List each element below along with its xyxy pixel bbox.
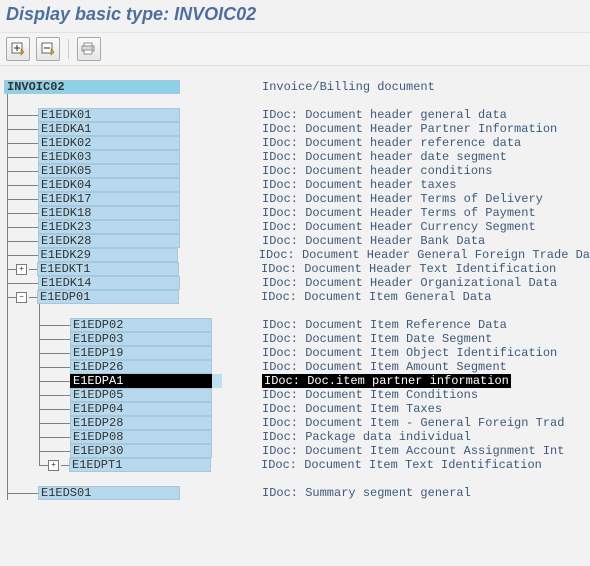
tree-row[interactable]: E1EDP08 IDoc: Package data individual: [0, 430, 590, 444]
tree-row[interactable]: E1EDK18 IDoc: Document Header Terms of Pa…: [0, 206, 590, 220]
toolbar-separator: [68, 39, 69, 59]
tree-row[interactable]: E1EDK03 IDoc: Document header date segmen…: [0, 150, 590, 164]
tree-row[interactable]: E1EDP05 IDoc: Document Item Conditions: [0, 388, 590, 402]
tree-row[interactable]: E1EDP19 IDoc: Document Item Object Identi…: [0, 346, 590, 360]
segment-desc: IDoc: Document Item General Data: [261, 290, 491, 304]
segment-label: E1EDP30: [70, 444, 212, 458]
segment-label: E1EDKA1: [38, 122, 180, 136]
tree-row[interactable]: E1EDP28 IDoc: Document Item - General For…: [0, 416, 590, 430]
segment-desc: IDoc: Document header date segment: [262, 150, 507, 164]
segment-desc: IDoc: Document header general data: [262, 108, 507, 122]
tree-row[interactable]: E1EDP03 IDoc: Document Item Date Segment: [0, 332, 590, 346]
segment-label: E1EDP02: [70, 318, 212, 332]
tree-row[interactable]: E1EDK28 IDoc: Document Header Bank Data: [0, 234, 590, 248]
collapse-icon: [41, 42, 55, 56]
segment-desc: IDoc: Document Item Object Identificatio…: [262, 346, 557, 360]
segment-desc: IDoc: Document Item Date Segment: [262, 332, 492, 346]
segment-desc: IDoc: Document Item Conditions: [262, 388, 478, 402]
segment-label: E1EDS01: [38, 486, 180, 500]
segment-label: E1EDP03: [70, 332, 212, 346]
tree-row[interactable]: E1EDK14 IDoc: Document Header Organizatio…: [0, 276, 590, 290]
tree-row[interactable]: E1EDS01 IDoc: Summary segment general: [0, 486, 590, 500]
tree-line: [0, 304, 590, 318]
segment-label: E1EDP19: [70, 346, 212, 360]
expand-icon[interactable]: +: [16, 264, 27, 275]
segment-label: E1EDPA1: [70, 374, 212, 388]
segment-desc: IDoc: Document header reference data: [262, 136, 521, 150]
tree-line: [0, 472, 590, 486]
page-title: Display basic type: INVOIC02: [0, 0, 590, 32]
segment-label: E1EDK02: [38, 136, 180, 150]
tree-row[interactable]: E1EDK05 IDoc: Document header conditions: [0, 164, 590, 178]
tree-row[interactable]: E1EDP02 IDoc: Document Item Reference Dat…: [0, 318, 590, 332]
expand-icon: [11, 42, 25, 56]
tree-row[interactable]: −E1EDP01 IDoc: Document Item General Data: [0, 290, 590, 304]
toolbar: [0, 32, 590, 66]
tree-row[interactable]: E1EDPA1 IDoc: Doc.item partner informatio…: [0, 374, 590, 388]
segment-label: E1EDP26: [70, 360, 212, 374]
tree-root-row[interactable]: INVOIC02 Invoice/Billing document: [0, 80, 590, 94]
tree-row[interactable]: E1EDP30 IDoc: Document Item Account Assig…: [0, 444, 590, 458]
tree-line: [0, 94, 590, 108]
segment-label: E1EDK18: [38, 206, 180, 220]
segment-label: E1EDKT1: [37, 262, 179, 276]
segment-label: E1EDPT1: [69, 458, 211, 472]
tree-row[interactable]: E1EDK02 IDoc: Document header reference d…: [0, 136, 590, 150]
segment-label: E1EDK17: [38, 192, 180, 206]
segment-label: E1EDP01: [37, 290, 179, 304]
segment-desc: IDoc: Document header taxes: [262, 178, 456, 192]
tree-row[interactable]: + E1EDPT1 IDoc: Document Item Text Identif…: [0, 458, 590, 472]
segment-desc: IDoc: Document Item Account Assignment I…: [262, 444, 564, 458]
tree-row[interactable]: E1EDK29 IDoc: Document Header General For…: [0, 248, 590, 262]
segment-desc: IDoc: Document Header General Foreign Tr…: [259, 248, 590, 262]
collapse-icon[interactable]: −: [16, 292, 27, 303]
segment-desc: IDoc: Document Header Text Identificatio…: [261, 262, 556, 276]
segment-label: E1EDK05: [38, 164, 180, 178]
segment-label: E1EDK03: [38, 150, 180, 164]
segment-desc: Invoice/Billing document: [262, 80, 435, 94]
tree-area: INVOIC02 Invoice/Billing document E1EDK0…: [0, 66, 590, 500]
segment-label: E1EDK14: [38, 276, 180, 290]
tree-row[interactable]: E1EDK01 IDoc: Document header general dat…: [0, 108, 590, 122]
tree-row[interactable]: E1EDK23 IDoc: Document Header Currency Se…: [0, 220, 590, 234]
tree-row[interactable]: + E1EDKT1 IDoc: Document Header Text Ident…: [0, 262, 590, 276]
tree-row[interactable]: E1EDK04 IDoc: Document header taxes: [0, 178, 590, 192]
segment-label: E1EDP28: [70, 416, 212, 430]
segment-label: E1EDP04: [70, 402, 212, 416]
print-button[interactable]: [77, 37, 101, 61]
segment-label: E1EDK01: [38, 108, 180, 122]
segment-desc: IDoc: Document Header Partner Informatio…: [262, 122, 557, 136]
segment-label: E1EDP08: [70, 430, 212, 444]
segment-label: INVOIC02: [4, 80, 180, 94]
segment-desc: IDoc: Document Item Taxes: [262, 402, 442, 416]
segment-desc: IDoc: Document Item - General Foreign Tr…: [262, 416, 564, 430]
tree-row[interactable]: E1EDKA1 IDoc: Document Header Partner Inf…: [0, 122, 590, 136]
tree-row[interactable]: E1EDP04 IDoc: Document Item Taxes: [0, 402, 590, 416]
segment-desc: IDoc: Document Header Terms of Payment: [262, 206, 536, 220]
segment-label: E1EDK23: [38, 220, 180, 234]
tree-row[interactable]: E1EDP26 IDoc: Document Item Amount Segmen…: [0, 360, 590, 374]
segment-desc: IDoc: Document Item Reference Data: [262, 318, 507, 332]
segment-desc: IDoc: Document Item Text Identification: [261, 458, 542, 472]
segment-desc: IDoc: Document Header Bank Data: [262, 234, 485, 248]
segment-desc: IDoc: Package data individual: [262, 430, 471, 444]
collapse-all-button[interactable]: [36, 37, 60, 61]
segment-desc: IDoc: Document Header Terms of Delivery: [262, 192, 543, 206]
segment-desc: IDoc: Doc.item partner information: [262, 374, 511, 388]
segment-label: E1EDP05: [70, 388, 212, 402]
tree-row[interactable]: E1EDK17 IDoc: Document Header Terms of De…: [0, 192, 590, 206]
segment-desc: IDoc: Document Item Amount Segment: [262, 360, 507, 374]
printer-icon: [81, 42, 97, 56]
expand-icon[interactable]: +: [48, 460, 59, 471]
segment-label: E1EDK04: [38, 178, 180, 192]
segment-desc: IDoc: Document Header Organizational Dat…: [262, 276, 557, 290]
segment-desc: IDoc: Summary segment general: [262, 486, 471, 500]
segment-desc: IDoc: Document Header Currency Segment: [262, 220, 536, 234]
segment-label: E1EDK29: [38, 248, 178, 262]
segment-label: E1EDK28: [38, 234, 180, 248]
segment-desc: IDoc: Document header conditions: [262, 164, 492, 178]
expand-all-button[interactable]: [6, 37, 30, 61]
